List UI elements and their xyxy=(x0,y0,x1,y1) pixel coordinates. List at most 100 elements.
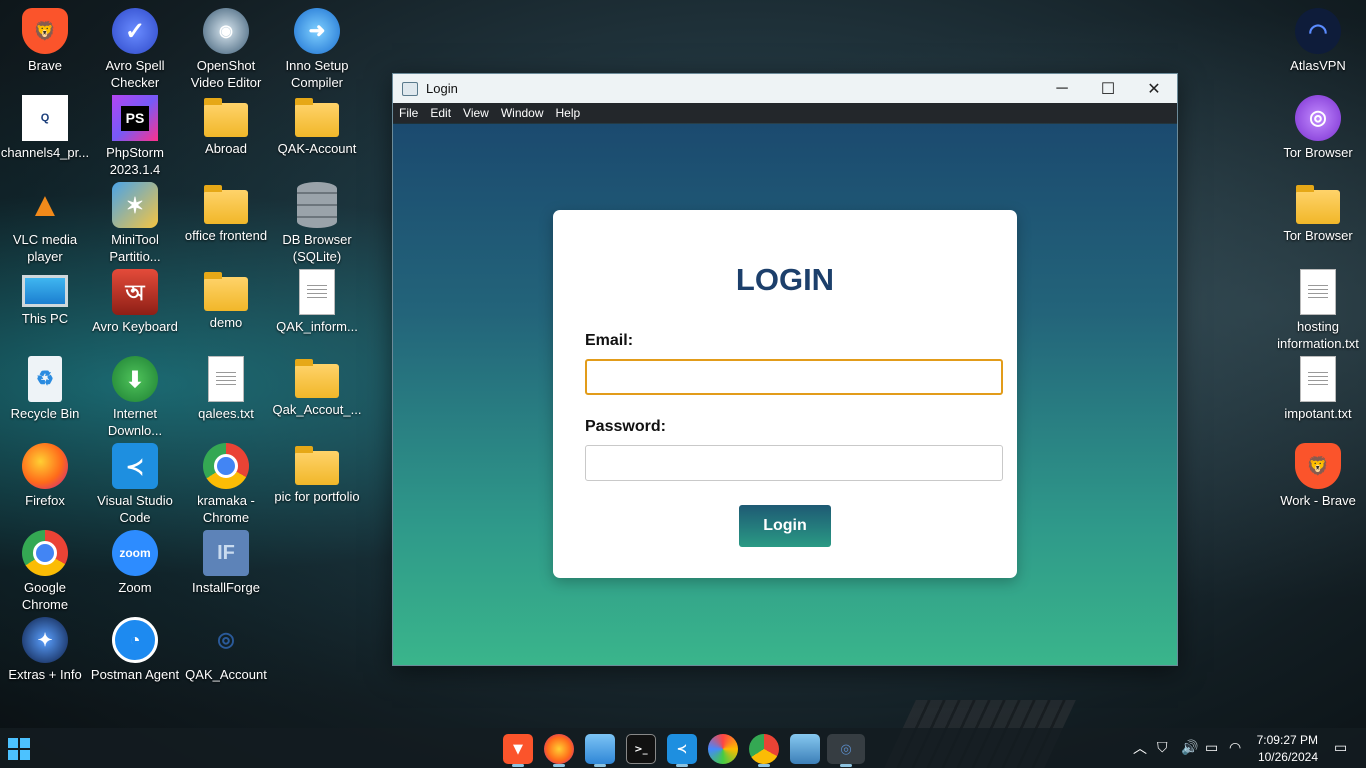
desktop-icon-qak-accout[interactable]: Qak_Accout_... xyxy=(272,352,362,418)
magic-wand-icon: ✶ xyxy=(112,182,158,228)
qak-logo-icon: ◎ xyxy=(217,628,235,651)
extras-info-icon: ✦ xyxy=(22,617,68,663)
desktop-icon-channels4[interactable]: Q channels4_pr... xyxy=(0,91,90,161)
text-file-icon xyxy=(1300,356,1336,402)
desktop-icon-office-frontend[interactable]: office frontend xyxy=(181,178,271,244)
tray-security-shield-icon[interactable]: ⛉ xyxy=(1157,728,1168,768)
checkmark-icon: ✓ xyxy=(112,8,158,54)
maximize-button[interactable]: ☐ xyxy=(1085,74,1131,103)
menu-window[interactable]: Window xyxy=(495,106,550,120)
taskbar-chrome-icon[interactable] xyxy=(749,734,779,767)
menu-bar: File Edit View Window Help xyxy=(393,103,1177,123)
desktop-icon-minitool[interactable]: ✶ MiniTool Partitio... xyxy=(90,178,180,265)
tray-battery-icon[interactable]: ▭ xyxy=(1205,728,1218,768)
desktop-icon-db-browser[interactable]: DB Browser (SQLite) xyxy=(272,178,362,265)
email-label: Email: xyxy=(585,332,634,349)
taskbar-vscode-icon[interactable]: ≺ xyxy=(667,734,697,767)
desktop-icon-postman[interactable]: ◔ Postman Agent xyxy=(90,613,180,683)
windows-start-icon[interactable] xyxy=(8,738,30,760)
login-heading: LOGIN xyxy=(735,262,835,297)
vlc-cone-icon: ▲ xyxy=(28,185,62,224)
desktop-icon-tor-browser-app[interactable]: ◎ Tor Browser xyxy=(1273,91,1363,161)
notification-icon[interactable]: ▭ xyxy=(1334,728,1347,768)
taskbar-login-app-icon[interactable]: ◎ xyxy=(827,734,865,767)
desktop-icon-kramaka[interactable]: kramaka - Chrome xyxy=(181,439,271,526)
taskbar-photos-icon[interactable] xyxy=(790,734,820,764)
monitor-icon xyxy=(22,275,68,307)
desktop-icon-hosting-info[interactable]: hosting information.txt xyxy=(1273,265,1363,352)
desktop-icon-this-pc[interactable]: This PC xyxy=(0,265,90,327)
tray-wifi-icon[interactable]: ◠ xyxy=(1229,728,1241,768)
tray-volume-icon[interactable]: 🔊 xyxy=(1181,728,1198,768)
password-label: Password: xyxy=(585,418,666,435)
phpstorm-icon: PS xyxy=(112,95,158,141)
desktop-icon-qak-account-app[interactable]: ◎ QAK_Account xyxy=(181,613,271,683)
taskbar-terminal-icon[interactable]: >_ xyxy=(626,734,656,764)
desktop-icon-installforge[interactable]: IF InstallForge xyxy=(181,526,271,596)
menu-help[interactable]: Help xyxy=(550,106,587,120)
desktop-icon-vlc[interactable]: ▲ VLC media player xyxy=(0,178,90,265)
brave-profile-icon: 🦁 xyxy=(1295,443,1341,489)
desktop-icon-demo[interactable]: demo xyxy=(181,265,271,331)
menu-view[interactable]: View xyxy=(457,106,495,120)
taskbar-paint-icon[interactable] xyxy=(708,734,738,764)
desktop-icon-qalees[interactable]: qalees.txt xyxy=(181,352,271,422)
desktop-icon-atlasvpn[interactable]: ◠ AtlasVPN xyxy=(1273,4,1363,74)
menu-edit[interactable]: Edit xyxy=(424,106,457,120)
close-button[interactable]: ✕ xyxy=(1131,74,1177,103)
qatar-logo-icon: Q xyxy=(22,95,68,141)
folder-icon xyxy=(1296,185,1340,224)
desktop-icon-google-chrome[interactable]: Google Chrome xyxy=(0,526,90,613)
window-title: Login xyxy=(426,81,458,96)
openshot-icon: ◉ xyxy=(203,8,249,54)
postman-icon: ◔ xyxy=(112,617,158,663)
minimize-button[interactable]: ─ xyxy=(1039,74,1085,103)
taskbar-file-explorer-icon[interactable] xyxy=(585,734,615,767)
desktop-icon-tor-browser-folder[interactable]: Tor Browser xyxy=(1273,178,1363,244)
folder-icon xyxy=(204,272,248,311)
avro-keyboard-icon: অ xyxy=(112,269,158,315)
desktop-icon-brave[interactable]: 🦁 Brave xyxy=(0,4,90,74)
text-file-icon xyxy=(208,356,244,402)
email-field[interactable] xyxy=(585,359,1003,395)
desktop-icon-internet-download[interactable]: ⬇ Internet Downlo... xyxy=(90,352,180,439)
login-card: LOGIN Email: Password: Login xyxy=(553,210,1017,578)
window-titlebar[interactable]: Login ─ ☐ ✕ xyxy=(393,74,1177,103)
taskbar-firefox-icon[interactable] xyxy=(544,734,574,767)
desktop-icon-phpstorm[interactable]: PS PhpStorm 2023.1.4 xyxy=(90,91,180,178)
database-icon xyxy=(297,182,337,228)
recycle-bin-icon: ♻ xyxy=(28,356,62,402)
login-window: Login ─ ☐ ✕ File Edit View Window Help L… xyxy=(392,73,1178,666)
desktop-icon-recycle-bin[interactable]: ♻ Recycle Bin xyxy=(0,352,90,422)
text-file-icon xyxy=(1300,269,1336,315)
desktop-icon-vscode[interactable]: ≺ Visual Studio Code xyxy=(90,439,180,526)
download-globe-icon: ⬇ xyxy=(112,356,158,402)
taskbar: ▼ >_ ≺ ◎ ︿ ⛉ 🔊 ▭ ◠ 7:09:27 PM 10/26/2024… xyxy=(0,728,1366,768)
folder-icon xyxy=(204,185,248,224)
desktop-icon-pic-portfolio[interactable]: pic for portfolio xyxy=(272,439,362,505)
folder-icon xyxy=(295,359,339,398)
desktop-icon-abroad[interactable]: Abroad xyxy=(181,91,271,157)
atlasvpn-icon: ◠ xyxy=(1295,8,1341,54)
desktop-icon-firefox[interactable]: Firefox xyxy=(0,439,90,509)
desktop-icon-impotant[interactable]: impotant.txt xyxy=(1273,352,1363,422)
menu-file[interactable]: File xyxy=(393,106,424,120)
desktop-icon-inno[interactable]: ➜ Inno Setup Compiler xyxy=(272,4,362,91)
desktop-icon-extras[interactable]: ✦ Extras + Info xyxy=(0,613,90,683)
desktop-icon-avro-spell[interactable]: ✓ Avro Spell Checker xyxy=(90,4,180,91)
tray-overflow-chevron-icon[interactable]: ︿ xyxy=(1133,728,1147,768)
clock-date: 10/26/2024 xyxy=(1257,750,1318,764)
taskbar-brave-icon[interactable]: ▼ xyxy=(503,734,533,767)
password-field[interactable] xyxy=(585,445,1003,481)
desktop-icon-avro-keyboard[interactable]: অ Avro Keyboard xyxy=(90,265,180,335)
desktop-icon-openshot[interactable]: ◉ OpenShot Video Editor xyxy=(181,4,271,91)
login-button[interactable]: Login xyxy=(739,505,831,547)
inno-setup-icon: ➜ xyxy=(294,8,340,54)
tor-onion-icon: ◎ xyxy=(1295,95,1341,141)
taskbar-clock[interactable]: 7:09:27 PM 10/26/2024 xyxy=(1256,732,1318,766)
desktop-icon-zoom[interactable]: zoom Zoom xyxy=(90,526,180,596)
desktop-icon-qak-account-folder[interactable]: QAK-Account xyxy=(272,91,362,157)
desktop-icon-qak-inform[interactable]: QAK_inform... xyxy=(272,265,362,335)
desktop-icon-work-brave[interactable]: 🦁 Work - Brave xyxy=(1273,439,1363,509)
vscode-icon: ≺ xyxy=(112,443,158,489)
